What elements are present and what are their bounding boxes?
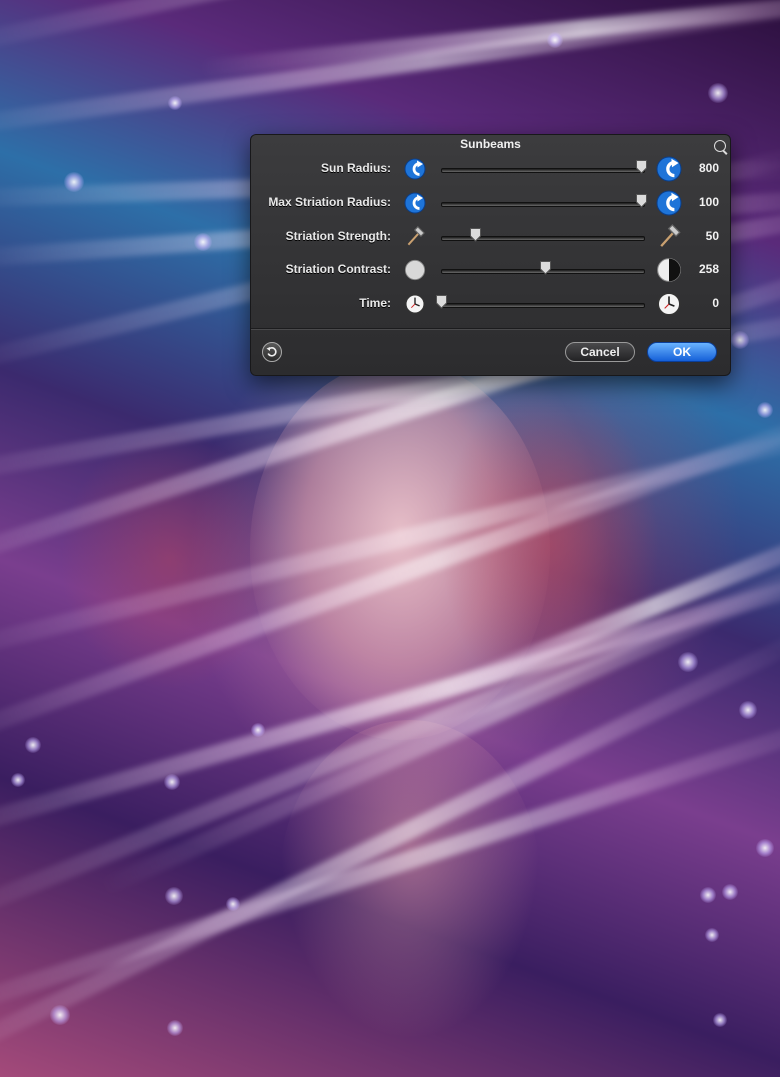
sun-radius-small-icon[interactable] (404, 158, 426, 180)
bokeh-light (757, 402, 773, 418)
bokeh-light (705, 928, 719, 942)
bokeh-light (11, 773, 25, 787)
slider-row: Striation Contrast: 258 (251, 257, 730, 283)
slider-label: Striation Contrast: (285, 262, 391, 276)
sun-radius-large-icon[interactable] (656, 156, 682, 182)
clock-small-icon[interactable] (404, 293, 426, 315)
bokeh-light (722, 884, 738, 900)
bokeh-light (167, 1020, 183, 1036)
bokeh-light (226, 897, 240, 911)
slider-thumb[interactable] (636, 160, 647, 174)
slider-thumb[interactable] (636, 194, 647, 208)
slider-value: 0 (712, 296, 719, 310)
sunbeams-dialog: Sunbeams Sun Radius: 800 Max Striation Rad… (250, 134, 731, 376)
hammer-large-icon[interactable] (656, 224, 682, 250)
slider-label: Sun Radius: (320, 161, 391, 175)
bokeh-light (547, 32, 563, 48)
dialog-separator (251, 328, 730, 330)
slider-row: Time: 0 (251, 291, 730, 317)
contrast-low-icon[interactable] (404, 259, 426, 281)
bokeh-light (50, 1005, 70, 1025)
slider-label: Striation Strength: (285, 229, 391, 243)
bokeh-light (168, 96, 182, 110)
magnifier-icon[interactable] (714, 140, 726, 152)
bokeh-light (64, 172, 84, 192)
bokeh-light (194, 233, 212, 251)
slider-track[interactable] (441, 303, 645, 308)
slider-row: Striation Strength: 50 (251, 224, 730, 250)
bokeh-light (164, 774, 180, 790)
slider-value: 258 (698, 262, 719, 276)
ok-button[interactable]: OK (647, 342, 717, 362)
slider-thumb[interactable] (470, 228, 481, 242)
slider-thumb[interactable] (436, 295, 447, 309)
slider-thumb[interactable] (540, 261, 551, 275)
bokeh-light (756, 839, 774, 857)
dialog-title: Sunbeams (460, 137, 521, 151)
cancel-button[interactable]: Cancel (565, 342, 635, 362)
slider-row: Sun Radius: 800 (251, 156, 730, 182)
bokeh-light (708, 83, 728, 103)
bokeh-light (731, 331, 749, 349)
bokeh-light (700, 887, 716, 903)
striation-radius-small-icon[interactable] (404, 192, 426, 214)
clock-large-icon[interactable] (656, 291, 682, 317)
striation-radius-large-icon[interactable] (656, 190, 682, 216)
slider-track[interactable] (441, 168, 645, 173)
reset-button[interactable] (262, 342, 282, 362)
bokeh-light (165, 887, 183, 905)
slider-row: Max Striation Radius: 100 (251, 190, 730, 216)
bokeh-light (739, 701, 757, 719)
hammer-small-icon[interactable] (404, 226, 426, 248)
slider-track[interactable] (441, 202, 645, 207)
light-ray (199, 0, 780, 78)
bokeh-light (678, 652, 698, 672)
slider-label: Time: (359, 296, 391, 310)
bokeh-light (251, 723, 265, 737)
slider-value: 100 (698, 195, 719, 209)
slider-value: 50 (705, 229, 719, 243)
contrast-high-icon[interactable] (656, 257, 682, 283)
bokeh-light (25, 737, 41, 753)
bokeh-light (713, 1013, 727, 1027)
undo-arrow-icon (266, 347, 277, 357)
slider-label: Max Striation Radius: (268, 195, 391, 209)
slider-value: 800 (698, 161, 719, 175)
